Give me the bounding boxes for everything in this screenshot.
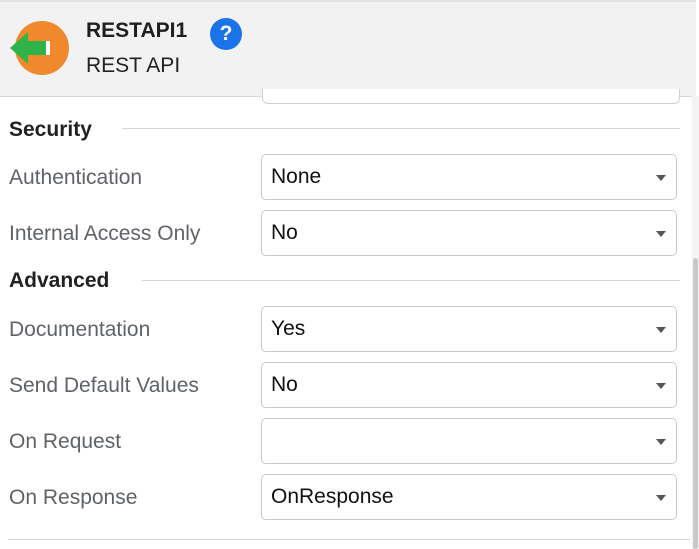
internal-access-only-label: Internal Access Only: [9, 222, 201, 245]
on-request-select[interactable]: [261, 418, 677, 464]
send-default-values-value: No: [271, 373, 298, 396]
send-default-values-select[interactable]: No: [261, 362, 677, 408]
chevron-down-icon: [656, 439, 666, 445]
internal-access-only-select[interactable]: No: [261, 210, 677, 256]
on-response-label: On Response: [9, 486, 138, 509]
send-default-values-label: Send Default Values: [9, 374, 199, 397]
node-title: RESTAPI1: [86, 19, 188, 42]
partially-visible-field: [262, 89, 680, 104]
chevron-down-icon: [656, 231, 666, 237]
rest-api-node-icon: [10, 21, 69, 75]
documentation-value: Yes: [271, 317, 306, 340]
chevron-down-icon: [656, 327, 666, 333]
help-icon[interactable]: ?: [210, 18, 242, 50]
authentication-value: None: [271, 165, 322, 188]
authentication-label: Authentication: [9, 166, 143, 189]
on-response-value: OnResponse: [271, 485, 394, 508]
section-header-security: Security: [9, 118, 92, 141]
documentation-label: Documentation: [9, 318, 151, 341]
scrollbar-thumb[interactable]: [693, 258, 698, 549]
node-header: RESTAPI1 ? REST API: [0, 0, 696, 97]
authentication-select[interactable]: None: [261, 154, 677, 200]
chevron-down-icon: [656, 495, 666, 501]
internal-access-only-value: No: [271, 221, 298, 244]
section-divider: [122, 128, 680, 129]
bottom-divider: [8, 539, 690, 540]
documentation-select[interactable]: Yes: [261, 306, 677, 352]
node-subtitle: REST API: [86, 54, 181, 77]
chevron-down-icon: [656, 383, 666, 389]
on-response-select[interactable]: OnResponse: [261, 474, 677, 520]
chevron-down-icon: [656, 175, 666, 181]
section-divider: [142, 280, 680, 281]
on-request-label: On Request: [9, 430, 122, 453]
section-header-advanced: Advanced: [9, 269, 110, 292]
header-top-border: [0, 0, 696, 2]
